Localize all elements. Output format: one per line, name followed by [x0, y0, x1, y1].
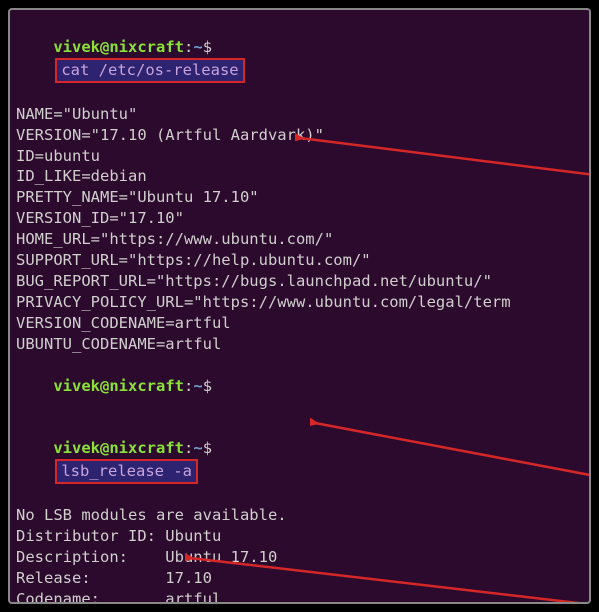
output-line: Description: Ubuntu 17.10	[16, 547, 583, 568]
output-line: VERSION="17.10 (Artful Aardvark)"	[16, 125, 583, 146]
output-line: ID=ubuntu	[16, 146, 583, 167]
output-line: PRIVACY_POLICY_URL="https://www.ubuntu.c…	[16, 292, 583, 313]
command-text: cat /etc/os-release	[61, 61, 238, 79]
output-line: PRETTY_NAME="Ubuntu 17.10"	[16, 187, 583, 208]
command-highlight-cat: cat /etc/os-release	[55, 58, 244, 83]
prompt-symbol: $	[203, 38, 212, 56]
output-line: Distributor ID: Ubuntu	[16, 526, 583, 547]
output-line: VERSION_CODENAME=artful	[16, 313, 583, 334]
output-line: UBUNTU_CODENAME=artful	[16, 334, 583, 355]
prompt-line-1: vivek@nixcraft:~$	[16, 355, 583, 418]
output-line: SUPPORT_URL="https://help.ubuntu.com/"	[16, 250, 583, 271]
prompt-line-2: vivek@nixcraft:~$ lsb_release -a	[16, 418, 583, 506]
output-line: HOME_URL="https://www.ubuntu.com/"	[16, 229, 583, 250]
prompt-host: nixcraft	[109, 38, 184, 56]
output-line: No LSB modules are available.	[16, 505, 583, 526]
output-line: BUG_REPORT_URL="https://bugs.launchpad.n…	[16, 271, 583, 292]
output-line: VERSION_ID="17.10"	[16, 208, 583, 229]
prompt-path: ~	[193, 38, 202, 56]
prompt-colon: :	[184, 38, 193, 56]
output-line: Codename: artful	[16, 589, 583, 604]
command-highlight-lsb: lsb_release -a	[55, 459, 198, 484]
prompt-line-0: vivek@nixcraft:~$ cat /etc/os-release	[16, 16, 583, 104]
terminal-window[interactable]: vivek@nixcraft:~$ cat /etc/os-release NA…	[8, 8, 591, 604]
output-line: Release: 17.10	[16, 568, 583, 589]
prompt-at: @	[100, 38, 109, 56]
output-line: ID_LIKE=debian	[16, 166, 583, 187]
prompt-user: vivek	[53, 38, 100, 56]
command-text: lsb_release -a	[61, 462, 192, 480]
output-line: NAME="Ubuntu"	[16, 104, 583, 125]
